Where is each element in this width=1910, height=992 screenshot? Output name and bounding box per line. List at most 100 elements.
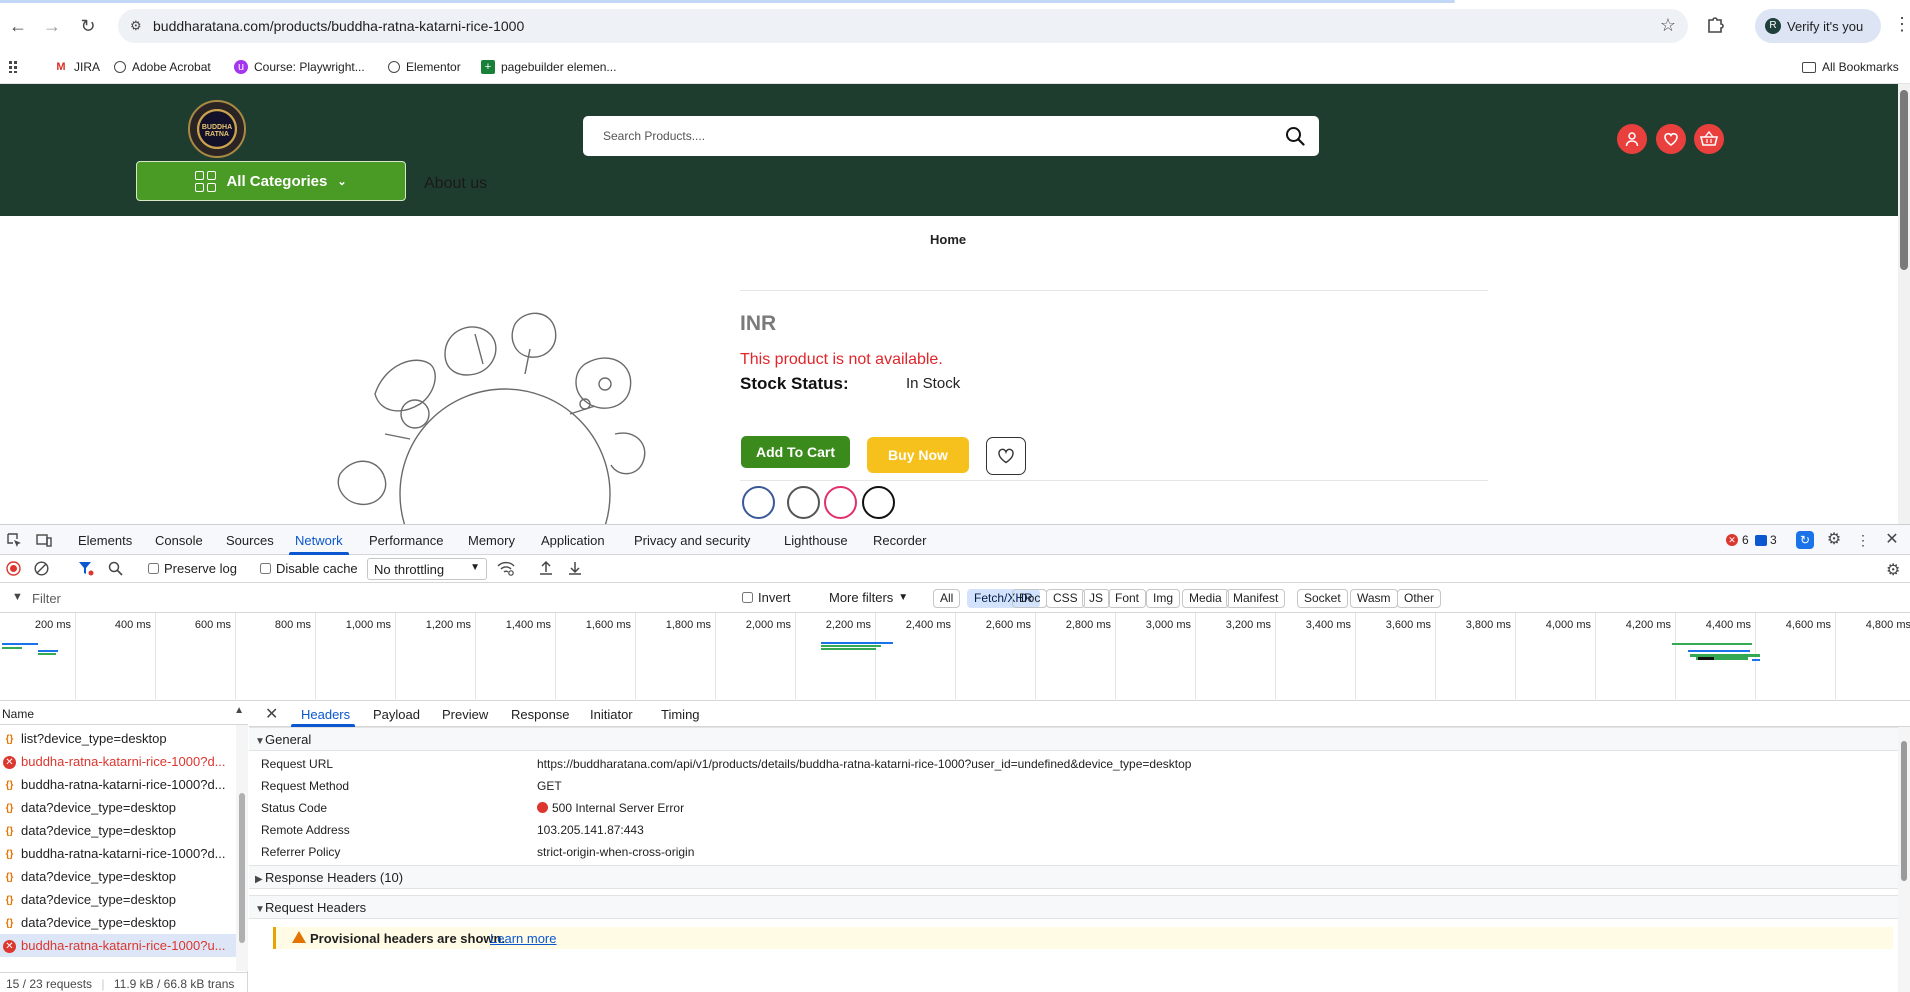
tab-payload[interactable]: Payload xyxy=(373,707,420,722)
bookmark-elementor[interactable]: Elementor xyxy=(388,57,461,77)
forward-arrow-icon[interactable]: → xyxy=(40,14,64,38)
error-count-badge[interactable]: ✕ 6 xyxy=(1726,533,1749,547)
filter-type-js[interactable]: JS xyxy=(1082,589,1111,608)
search-input[interactable] xyxy=(583,116,1273,156)
request-row[interactable]: {} data?device_type=desktop xyxy=(0,865,236,888)
wishlist-heart-icon[interactable] xyxy=(1656,124,1686,154)
name-column-header[interactable]: Name ▲ xyxy=(0,701,248,725)
about-us-link[interactable]: About us xyxy=(424,175,487,193)
tab-application[interactable]: Application xyxy=(541,533,605,548)
facebook-share-icon[interactable] xyxy=(742,486,775,519)
user-account-icon[interactable] xyxy=(1617,124,1647,154)
filter-type-manifest[interactable]: Manifest xyxy=(1226,589,1286,608)
address-bar[interactable]: ⚙ buddharatana.com/products/buddha-ratna… xyxy=(118,9,1688,43)
tab-elements[interactable]: Elements xyxy=(78,533,132,548)
request-row[interactable]: {} buddha-ratna-katarni-rice-1000?d... xyxy=(0,773,236,796)
request-row[interactable]: {} buddha-ratna-katarni-rice-1000?d... xyxy=(0,842,236,865)
tab-privacy-security[interactable]: Privacy and security xyxy=(634,533,750,548)
extensions-puzzle-icon[interactable] xyxy=(1705,14,1727,36)
whatsapp-share-icon[interactable] xyxy=(862,486,895,519)
filter-type-img[interactable]: Img xyxy=(1146,589,1181,608)
add-to-cart-button[interactable]: Add To Cart xyxy=(741,436,850,468)
filter-type-media[interactable]: Media xyxy=(1182,589,1229,608)
scrollbar-thumb[interactable] xyxy=(239,793,245,943)
filter-type-doc[interactable]: Doc xyxy=(1012,589,1048,608)
scrollbar-thumb[interactable] xyxy=(1900,90,1908,270)
search-icon[interactable] xyxy=(108,561,123,576)
page-scrollbar[interactable] xyxy=(1898,84,1910,524)
cart-basket-icon[interactable] xyxy=(1694,124,1724,154)
tab-recorder[interactable]: Recorder xyxy=(873,533,926,548)
bookmark-course-playwright[interactable]: u Course: Playwright... xyxy=(234,57,365,77)
request-headers-toggle[interactable]: ▼Request Headers xyxy=(255,900,366,915)
back-arrow-icon[interactable]: ← xyxy=(6,14,30,38)
invert-input[interactable] xyxy=(742,592,753,603)
filter-input[interactable]: ▼ Filter xyxy=(8,587,730,609)
response-headers-toggle[interactable]: ▶ Response Headers (10) xyxy=(255,870,403,885)
learn-more-link[interactable]: Learn more xyxy=(490,931,556,946)
invert-checkbox[interactable]: Invert xyxy=(742,590,791,605)
tab-sources[interactable]: Sources xyxy=(226,533,274,548)
bookmark-adobe-acrobat[interactable]: Adobe Acrobat xyxy=(114,57,211,77)
tab-preview[interactable]: Preview xyxy=(442,707,488,722)
settings-gear-icon[interactable]: ⚙ xyxy=(1826,532,1842,548)
filter-type-css[interactable]: CSS xyxy=(1046,589,1085,608)
general-section-toggle[interactable]: ▼General xyxy=(255,732,311,747)
network-settings-gear-icon[interactable]: ⚙ xyxy=(1886,560,1900,580)
request-row[interactable]: {} data?device_type=desktop xyxy=(0,819,236,842)
inspect-element-icon[interactable] xyxy=(6,532,22,548)
request-list-scrollbar[interactable] xyxy=(236,725,248,971)
tab-network[interactable]: Network xyxy=(295,533,343,548)
filter-type-all[interactable]: All xyxy=(933,589,961,608)
details-scrollbar[interactable] xyxy=(1898,727,1910,992)
filter-type-other[interactable]: Other xyxy=(1397,589,1442,608)
apps-grid-icon[interactable] xyxy=(8,57,22,77)
tab-initiator[interactable]: Initiator xyxy=(590,707,633,722)
bookmark-pagebuilder[interactable]: + pagebuilder elemen... xyxy=(481,57,616,77)
network-conditions-icon[interactable] xyxy=(497,560,515,576)
stop-recording-icon[interactable] xyxy=(6,561,21,576)
site-info-icon[interactable]: ⚙ xyxy=(130,18,146,34)
preserve-log-input[interactable] xyxy=(148,563,159,574)
filter-funnel-icon[interactable] xyxy=(78,561,94,576)
request-row[interactable]: ✕ buddha-ratna-katarni-rice-1000?u... xyxy=(0,934,236,957)
disable-cache-input[interactable] xyxy=(260,563,271,574)
request-row[interactable]: {} data?device_type=desktop xyxy=(0,888,236,911)
scrollbar-thumb[interactable] xyxy=(1901,741,1907,881)
ai-assistance-icon[interactable]: ↻ xyxy=(1796,531,1814,549)
breadcrumb-home[interactable]: Home xyxy=(930,232,966,247)
twitter-share-icon[interactable] xyxy=(787,486,820,519)
clear-log-icon[interactable] xyxy=(34,561,49,576)
bookmark-star-icon[interactable]: ☆ xyxy=(1660,15,1676,36)
device-toolbar-icon[interactable] xyxy=(36,532,52,548)
close-devtools-icon[interactable]: ✕ xyxy=(1884,532,1900,548)
tab-memory[interactable]: Memory xyxy=(468,533,515,548)
devtools-menu-icon[interactable]: ⋮ xyxy=(1855,532,1871,548)
tab-headers[interactable]: Headers xyxy=(301,707,350,722)
search-icon[interactable] xyxy=(1285,126,1305,146)
site-logo[interactable]: BUDDHA RATNA xyxy=(188,100,246,158)
verify-identity-button[interactable]: R Verify it's you xyxy=(1755,9,1881,43)
close-details-icon[interactable]: ✕ xyxy=(265,704,278,724)
buy-now-button[interactable]: Buy Now xyxy=(867,437,969,473)
tab-console[interactable]: Console xyxy=(155,533,203,548)
filter-type-wasm[interactable]: Wasm xyxy=(1350,589,1398,608)
filter-type-font[interactable]: Font xyxy=(1108,589,1147,608)
request-row[interactable]: {} list?device_type=desktop xyxy=(0,727,236,750)
tab-lighthouse[interactable]: Lighthouse xyxy=(784,533,848,548)
add-to-wishlist-button[interactable] xyxy=(986,437,1026,475)
request-row[interactable]: {} data?device_type=desktop xyxy=(0,796,236,819)
network-overview-timeline[interactable]: 200 ms 400 ms 600 ms 800 ms 1,000 ms 1,200 ms… xyxy=(0,613,1910,701)
reload-icon[interactable]: ↻ xyxy=(76,14,100,38)
throttling-select[interactable]: No throttling ▼ xyxy=(367,558,487,580)
request-row[interactable]: {} data?device_type=desktop xyxy=(0,911,236,934)
disable-cache-checkbox[interactable]: Disable cache xyxy=(260,561,358,576)
request-row[interactable]: ✕ buddha-ratna-katarni-rice-1000?d... xyxy=(0,750,236,773)
instagram-share-icon[interactable] xyxy=(824,486,857,519)
more-filters-dropdown[interactable]: More filters ▼ xyxy=(829,590,908,605)
bookmark-jira[interactable]: M JIRA xyxy=(54,57,100,77)
tab-timing[interactable]: Timing xyxy=(661,707,700,722)
filter-type-socket[interactable]: Socket xyxy=(1297,589,1348,608)
all-bookmarks[interactable]: All Bookmarks xyxy=(1802,57,1899,77)
preserve-log-checkbox[interactable]: Preserve log xyxy=(148,561,237,576)
